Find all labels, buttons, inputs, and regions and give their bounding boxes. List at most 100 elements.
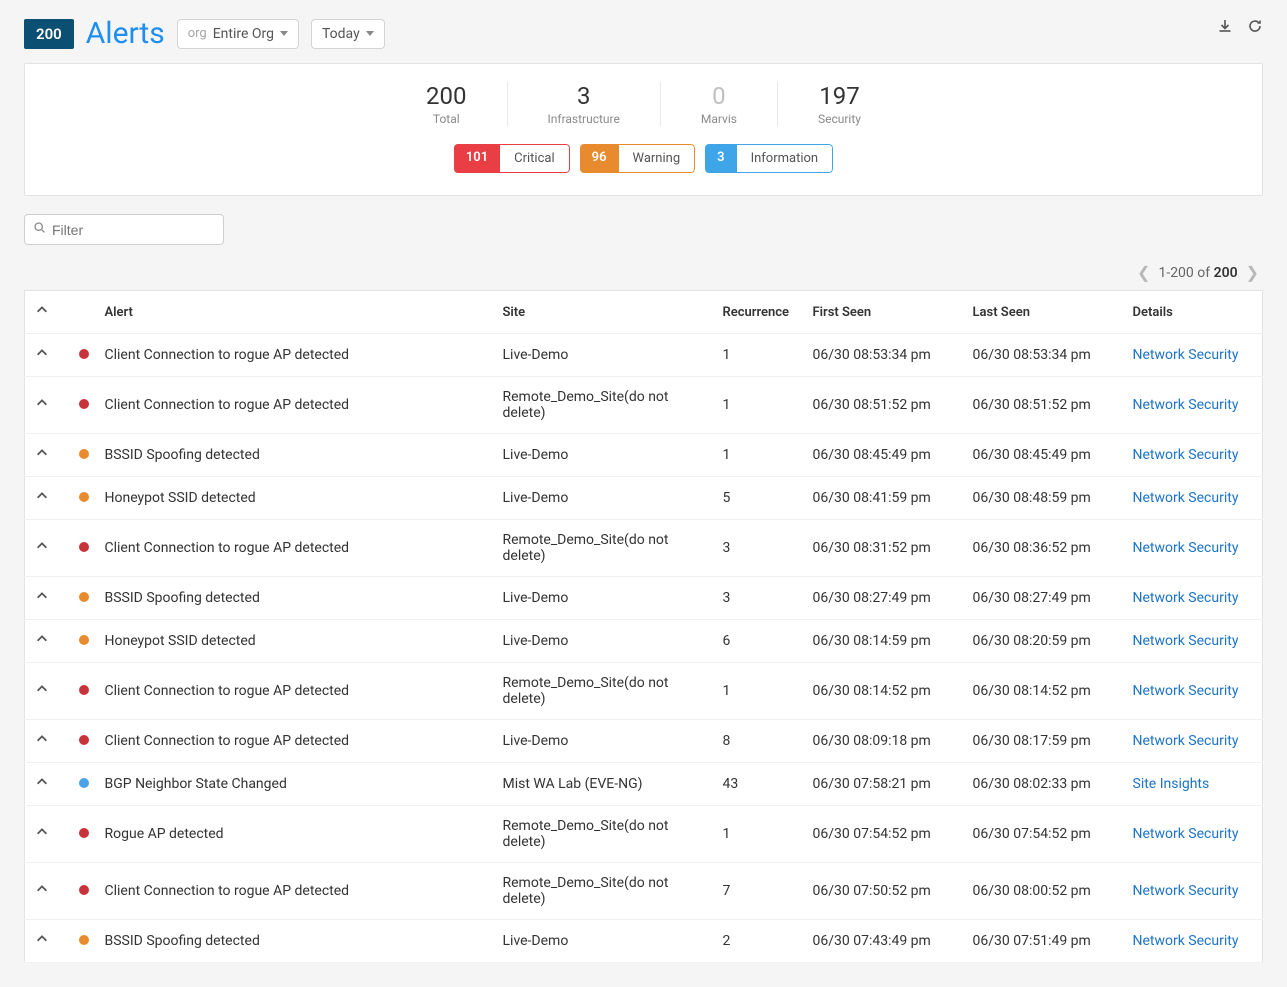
org-selector[interactable]: org Entire Org [177, 19, 299, 49]
search-icon [33, 221, 46, 238]
cell-recurrence: 1 [713, 663, 803, 720]
table-row: BSSID Spoofing detectedLive-Demo106/30 0… [25, 434, 1263, 477]
expand-row-icon[interactable] [35, 732, 49, 746]
cell-alert: Honeypot SSID detected [95, 477, 493, 520]
details-link[interactable]: Network Security [1133, 733, 1239, 749]
severity-dot-icon [79, 735, 89, 745]
refresh-icon[interactable] [1247, 18, 1263, 38]
details-link[interactable]: Network Security [1133, 826, 1239, 842]
expand-row-icon[interactable] [35, 632, 49, 646]
expand-row-icon[interactable] [35, 932, 49, 946]
table-row: Client Connection to rogue AP detectedRe… [25, 663, 1263, 720]
severity-dot-icon [79, 635, 89, 645]
cell-alert: BSSID Spoofing detected [95, 434, 493, 477]
details-link[interactable]: Network Security [1133, 683, 1239, 699]
stat-total[interactable]: 200 Total [386, 82, 507, 126]
severity-warning-pill[interactable]: 96 Warning [580, 144, 695, 173]
download-icon[interactable] [1217, 18, 1233, 38]
stat-security[interactable]: 197 Security [778, 82, 901, 126]
expand-row-icon[interactable] [35, 489, 49, 503]
cell-site: Live-Demo [493, 577, 713, 620]
pager-range: 1-200 of 200 [1158, 265, 1237, 281]
cell-alert: BSSID Spoofing detected [95, 920, 493, 963]
expand-row-icon[interactable] [35, 882, 49, 896]
org-selector-label: org [188, 26, 207, 41]
col-alert[interactable]: Alert [95, 291, 493, 334]
severity-dot-icon [79, 492, 89, 502]
severity-critical-pill[interactable]: 101 Critical [454, 144, 570, 173]
stat-infrastructure-value: 3 [548, 82, 620, 110]
details-link[interactable]: Network Security [1133, 540, 1239, 556]
table-row: BSSID Spoofing detectedLive-Demo306/30 0… [25, 577, 1263, 620]
stat-marvis[interactable]: 0 Marvis [661, 82, 778, 126]
details-link[interactable]: Network Security [1133, 447, 1239, 463]
cell-last-seen: 06/30 08:00:52 pm [963, 863, 1123, 920]
cell-site: Live-Demo [493, 920, 713, 963]
cell-alert: Client Connection to rogue AP detected [95, 663, 493, 720]
expand-all-header[interactable] [25, 291, 69, 334]
cell-first-seen: 06/30 07:54:52 pm [803, 806, 963, 863]
table-row: BGP Neighbor State ChangedMist WA Lab (E… [25, 763, 1263, 806]
col-last-seen[interactable]: Last Seen [963, 291, 1123, 334]
details-link[interactable]: Network Security [1133, 397, 1239, 413]
cell-alert: Client Connection to rogue AP detected [95, 377, 493, 434]
details-link[interactable]: Network Security [1133, 347, 1239, 363]
col-first-seen[interactable]: First Seen [803, 291, 963, 334]
cell-last-seen: 06/30 07:51:49 pm [963, 920, 1123, 963]
cell-first-seen: 06/30 08:14:52 pm [803, 663, 963, 720]
severity-dot-icon [79, 685, 89, 695]
stat-marvis-label: Marvis [701, 112, 737, 126]
expand-row-icon[interactable] [35, 446, 49, 460]
time-selector[interactable]: Today [311, 19, 385, 49]
severity-info-pill[interactable]: 3 Information [705, 144, 833, 173]
stat-infrastructure[interactable]: 3 Infrastructure [508, 82, 661, 126]
stat-security-value: 197 [818, 82, 861, 110]
col-recurrence[interactable]: Recurrence [713, 291, 803, 334]
cell-recurrence: 1 [713, 334, 803, 377]
cell-site: Remote_Demo_Site(do not delete) [493, 520, 713, 577]
details-link[interactable]: Site Insights [1133, 776, 1210, 792]
details-link[interactable]: Network Security [1133, 490, 1239, 506]
time-selector-value: Today [322, 26, 360, 42]
cell-site: Remote_Demo_Site(do not delete) [493, 863, 713, 920]
pager-next-icon[interactable]: ❯ [1246, 263, 1259, 282]
pagination: ❮ 1-200 of 200 ❯ [24, 263, 1259, 282]
cell-first-seen: 06/30 08:27:49 pm [803, 577, 963, 620]
cell-recurrence: 2 [713, 920, 803, 963]
pager-prev-icon[interactable]: ❮ [1137, 263, 1150, 282]
table-row: Rogue AP detectedRemote_Demo_Site(do not… [25, 806, 1263, 863]
severity-dot-icon [79, 349, 89, 359]
filter-input[interactable] [52, 222, 215, 238]
org-selector-value: Entire Org [213, 26, 274, 42]
cell-last-seen: 06/30 08:02:33 pm [963, 763, 1123, 806]
severity-dot-icon [79, 885, 89, 895]
cell-last-seen: 06/30 08:14:52 pm [963, 663, 1123, 720]
stat-security-label: Security [818, 112, 861, 126]
cell-last-seen: 06/30 08:36:52 pm [963, 520, 1123, 577]
cell-last-seen: 06/30 07:54:52 pm [963, 806, 1123, 863]
cell-first-seen: 06/30 08:31:52 pm [803, 520, 963, 577]
expand-row-icon[interactable] [35, 346, 49, 360]
table-row: BSSID Spoofing detectedLive-Demo2 06/30 0… [25, 920, 1263, 963]
cell-site: Remote_Demo_Site(do not delete) [493, 377, 713, 434]
cell-recurrence: 7 [713, 863, 803, 920]
details-link[interactable]: Network Security [1133, 883, 1239, 899]
cell-last-seen: 06/30 08:53:34 pm [963, 334, 1123, 377]
expand-row-icon[interactable] [35, 539, 49, 553]
cell-first-seen: 06/30 08:09:18 pm [803, 720, 963, 763]
details-link[interactable]: Network Security [1133, 633, 1239, 649]
expand-row-icon[interactable] [35, 825, 49, 839]
expand-row-icon[interactable] [35, 396, 49, 410]
filter-box[interactable] [24, 214, 224, 245]
chevron-up-icon [35, 303, 49, 317]
table-row: Client Connection to rogue AP detectedLi… [25, 720, 1263, 763]
pager-total: 200 [1214, 265, 1238, 281]
expand-row-icon[interactable] [35, 682, 49, 696]
details-link[interactable]: Network Security [1133, 933, 1239, 949]
cell-first-seen: 06/30 08:41:59 pm [803, 477, 963, 520]
details-link[interactable]: Network Security [1133, 590, 1239, 606]
expand-row-icon[interactable] [35, 589, 49, 603]
cell-alert: Client Connection to rogue AP detected [95, 863, 493, 920]
col-site[interactable]: Site [493, 291, 713, 334]
col-details[interactable]: Details [1123, 291, 1263, 334]
